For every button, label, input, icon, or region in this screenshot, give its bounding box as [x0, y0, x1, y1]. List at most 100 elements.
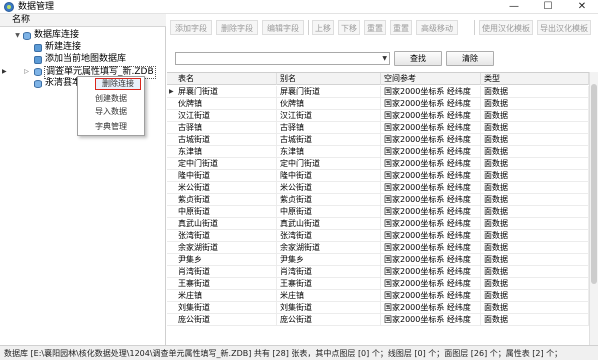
app-logo-icon: [4, 2, 14, 12]
table-cell: 面数据: [481, 314, 589, 326]
row-pointer-icon: ▶: [169, 88, 174, 95]
search-combobox[interactable]: ▼: [175, 52, 390, 65]
move-down-button[interactable]: 下移: [338, 20, 360, 35]
tree-item-new-connection[interactable]: 新建连接: [0, 42, 166, 53]
table-cell: 国家2000坐标系 经纬度: [381, 110, 481, 122]
new-connection-icon: [34, 44, 42, 52]
table-row[interactable]: 庞公街道 庞公街道 国家2000坐标系 经纬度 面数据: [167, 314, 589, 326]
column-header-alias[interactable]: 别名: [277, 73, 381, 85]
table-cell: 面数据: [481, 86, 589, 98]
minimize-button[interactable]: —: [502, 0, 526, 14]
table-cell: 伙牌镇: [175, 98, 277, 110]
table-cell: 隆中街道: [175, 170, 277, 182]
table-cell: 东津镇: [175, 146, 277, 158]
table-row[interactable]: 东津镇 东津镇 国家2000坐标系 经纬度 面数据: [167, 146, 589, 158]
tree-header-label: 名称: [12, 15, 31, 25]
table-cell: 紫贞街道: [277, 194, 381, 206]
title-bar: 数据管理 — ☐ ✕: [0, 0, 598, 14]
context-menu: 删除连接 创建数据 导入数据 字典管理: [77, 76, 145, 136]
table-cell: 面数据: [481, 134, 589, 146]
table-row[interactable]: 余家湖街道 余家湖街道 国家2000坐标系 经纬度 面数据: [167, 242, 589, 254]
table-row[interactable]: 伙牌镇 伙牌镇 国家2000坐标系 经纬度 面数据: [167, 98, 589, 110]
column-header-spatial-ref[interactable]: 空间参考: [381, 73, 481, 85]
menu-item-dictionary[interactable]: 字典管理: [78, 121, 144, 133]
table-cell: 汉江街道: [277, 110, 381, 122]
table-row[interactable]: 刘集街道 刘集街道 国家2000坐标系 经纬度 面数据: [167, 302, 589, 314]
database-icon: [34, 80, 42, 88]
chevron-down-icon[interactable]: ▼: [382, 53, 387, 65]
table-cell: 国家2000坐标系 经纬度: [381, 290, 481, 302]
column-header-table-name[interactable]: 表名: [175, 73, 277, 85]
table-row[interactable]: 米庄镇 米庄镇 国家2000坐标系 经纬度 面数据: [167, 290, 589, 302]
move-up-button[interactable]: 上移: [312, 20, 334, 35]
table-cell: 国家2000坐标系 经纬度: [381, 254, 481, 266]
table-cell: 张湾街道: [277, 230, 381, 242]
window-title: 数据管理: [18, 2, 55, 12]
table-row[interactable]: 隆中街道 隆中街道 国家2000坐标系 经纬度 面数据: [167, 170, 589, 182]
table-cell: 屏襄门街道: [277, 86, 381, 98]
table-row[interactable]: 古城街道 古城街道 国家2000坐标系 经纬度 面数据: [167, 134, 589, 146]
table-row[interactable]: 尹集乡 尹集乡 国家2000坐标系 经纬度 面数据: [167, 254, 589, 266]
table-row[interactable]: 中原街道 中原街道 国家2000坐标系 经纬度 面数据: [167, 206, 589, 218]
fields-table: 表名 别名 空间参考 类型 ▶ 屏襄门街道 屏襄门街道 国家2000坐标系 经纬度 面数…: [167, 72, 589, 345]
table-cell: 国家2000坐标系 经纬度: [381, 278, 481, 290]
table-row[interactable]: 肖湾街道 肖湾街道 国家2000坐标系 经纬度 面数据: [167, 266, 589, 278]
table-row[interactable]: 紫贞街道 紫贞街道 国家2000坐标系 经纬度 面数据: [167, 194, 589, 206]
table-cell: 面数据: [481, 158, 589, 170]
menu-item-delete-connection[interactable]: 删除连接: [95, 78, 141, 90]
edit-field-button[interactable]: 编辑字段: [262, 20, 304, 35]
advanced-move-button[interactable]: 高级移动: [416, 20, 458, 35]
tree-root-label: 数据库连接: [34, 30, 80, 40]
table-cell: 紫贞街道: [175, 194, 277, 206]
table-cell: 真武山街道: [277, 218, 381, 230]
tree-root[interactable]: ▼ 数据库连接: [0, 30, 166, 41]
export-template-button[interactable]: 导出汉化模板: [537, 20, 591, 35]
table-cell: 中原街道: [277, 206, 381, 218]
close-button[interactable]: ✕: [570, 0, 594, 14]
add-field-button[interactable]: 添加字段: [170, 20, 212, 35]
table-cell: 国家2000坐标系 经纬度: [381, 314, 481, 326]
reset-all-button[interactable]: 重置: [390, 20, 412, 35]
toolbar: 添加字段 删除字段 编辑字段 上移 下移 重置 重置 高级移动 使用汉化模板 导…: [167, 17, 598, 37]
table-cell: 东津镇: [277, 146, 381, 158]
reset-button[interactable]: 重置: [364, 20, 386, 35]
table-cell: 面数据: [481, 302, 589, 314]
tree-item-add-map-db[interactable]: 添加当前地图数据库: [0, 54, 166, 65]
collapse-icon[interactable]: ▼: [14, 30, 21, 41]
search-button[interactable]: 查找: [394, 51, 442, 66]
column-header-type[interactable]: 类型: [481, 73, 589, 85]
menu-item-create-data[interactable]: 创建数据: [78, 93, 144, 105]
table-row[interactable]: 定中门街道 定中门街道 国家2000坐标系 经纬度 面数据: [167, 158, 589, 170]
vertical-scrollbar[interactable]: [589, 72, 598, 345]
clear-button[interactable]: 清除: [446, 51, 494, 66]
use-template-button[interactable]: 使用汉化模板: [479, 20, 533, 35]
maximize-button[interactable]: ☐: [536, 0, 560, 14]
toolbar-separator: [474, 20, 475, 35]
table-cell: 国家2000坐标系 经纬度: [381, 134, 481, 146]
table-row[interactable]: ▶ 屏襄门街道 屏襄门街道 国家2000坐标系 经纬度 面数据: [167, 86, 589, 98]
expand-icon[interactable]: ▷: [23, 66, 30, 77]
table-cell: 国家2000坐标系 经纬度: [381, 218, 481, 230]
table-cell: 国家2000坐标系 经纬度: [381, 182, 481, 194]
table-cell: 余家湖街道: [277, 242, 381, 254]
delete-field-button[interactable]: 删除字段: [216, 20, 258, 35]
database-icon: [34, 68, 42, 76]
table-row[interactable]: 真武山街道 真武山街道 国家2000坐标系 经纬度 面数据: [167, 218, 589, 230]
table-row[interactable]: 古驿镇 古驿镇 国家2000坐标系 经纬度 面数据: [167, 122, 589, 134]
tree-column-header: 名称: [0, 14, 166, 27]
table-row[interactable]: 汉江街道 汉江街道 国家2000坐标系 经纬度 面数据: [167, 110, 589, 122]
table-cell: 国家2000坐标系 经纬度: [381, 302, 481, 314]
table-row[interactable]: 张湾街道 张湾街道 国家2000坐标系 经纬度 面数据: [167, 230, 589, 242]
scrollbar-thumb[interactable]: [591, 84, 597, 284]
table-cell: 国家2000坐标系 经纬度: [381, 242, 481, 254]
menu-item-import-data[interactable]: 导入数据: [78, 106, 144, 118]
table-cell: 余家湖街道: [175, 242, 277, 254]
table-cell: 庞公街道: [277, 314, 381, 326]
status-text: 数据库 [E:\襄阳园林\核化数据处理\1204\调查单元属性填写_新.ZDB]…: [4, 349, 563, 358]
table-cell: 国家2000坐标系 经纬度: [381, 146, 481, 158]
database-root-icon: [23, 32, 31, 40]
table-row[interactable]: 王寨街道 王寨街道 国家2000坐标系 经纬度 面数据: [167, 278, 589, 290]
table-cell: 张湾街道: [175, 230, 277, 242]
table-header: 表名 别名 空间参考 类型: [167, 73, 589, 85]
table-row[interactable]: 米公街道 米公街道 国家2000坐标系 经纬度 面数据: [167, 182, 589, 194]
